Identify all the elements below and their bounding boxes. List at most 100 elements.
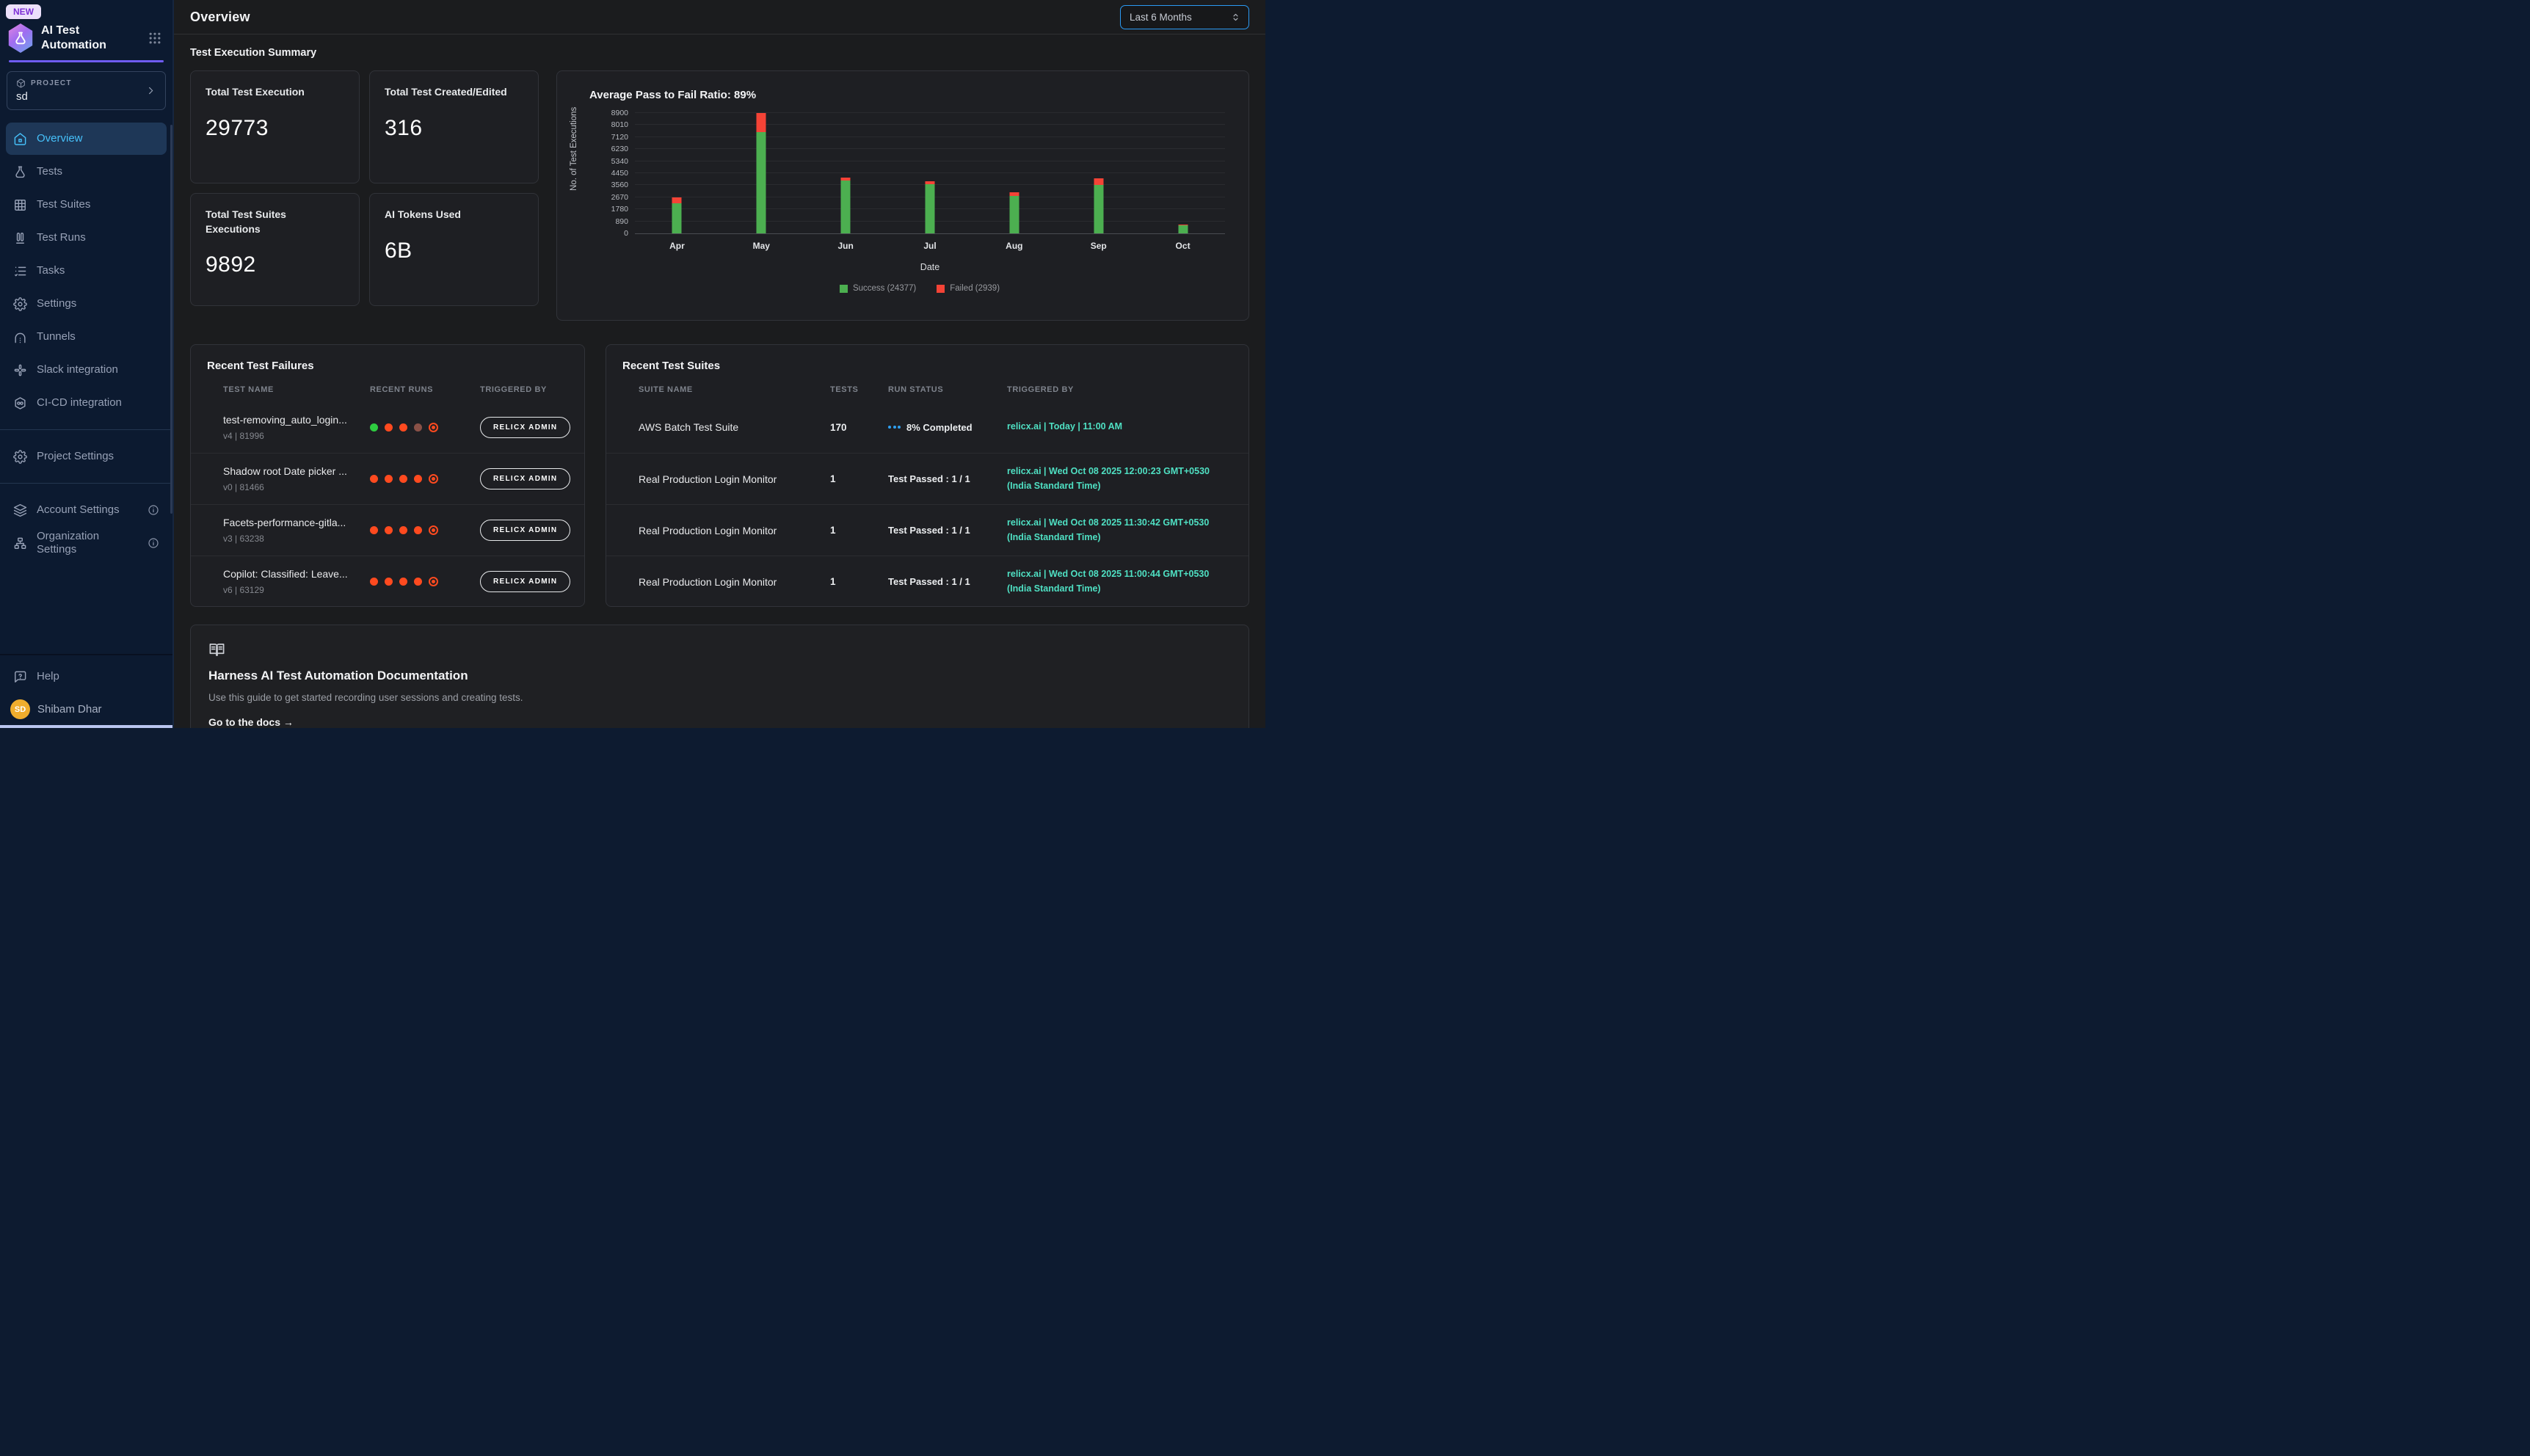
user-menu[interactable]: SD Shibam Dhar (0, 694, 172, 719)
page-title: Overview (190, 10, 250, 25)
y-tick-label: 8010 (611, 120, 628, 129)
info-icon[interactable] (148, 537, 159, 549)
failure-row: test-removing_auto_login... v4 | 81996 R… (191, 401, 584, 453)
suite-triggered-by[interactable]: relicx.ai | Today | 11:00 AM (1007, 420, 1227, 434)
stat-value: 316 (385, 116, 523, 141)
suite-row: Real Production Login Monitor 1 Test Pas… (606, 504, 1248, 556)
x-tick-label: Jul (923, 241, 936, 251)
run-status-ring-icon (429, 525, 438, 535)
project-name: sd (16, 90, 72, 103)
gear-icon (13, 450, 27, 464)
triggered-by-button[interactable]: RELICX ADMIN (480, 417, 570, 438)
bar-aug (1009, 113, 1019, 233)
sidebar-item-project-settings[interactable]: Project Settings (6, 440, 167, 473)
suite-run-status: Test Passed : 1 / 1 (888, 576, 1007, 587)
bar-success-segment (672, 203, 682, 233)
suites-title: Recent Test Suites (606, 345, 1248, 375)
flask-icon (13, 165, 27, 179)
go-to-docs-link[interactable]: Go to the docs → (208, 716, 294, 728)
stat-card-total-test-suites-executions: Total Test Suites Executions 9892 (190, 193, 360, 306)
triggered-by-button[interactable]: RELICX ADMIN (480, 520, 570, 541)
suite-name[interactable]: AWS Batch Test Suite (639, 421, 830, 433)
sidebar-item-label: Project Settings (37, 450, 114, 463)
new-badge: NEW (6, 4, 41, 19)
column-header: TEST NAME (223, 385, 370, 394)
bar-success-segment (841, 181, 851, 233)
sidebar-nav-tertiary: Account Settings Organization Settings (0, 493, 172, 560)
legend-swatch (840, 285, 848, 293)
sidebar-item-ci-cd-integration[interactable]: CI-CD integration (6, 387, 167, 419)
info-icon[interactable] (148, 504, 159, 516)
suite-name[interactable]: Real Production Login Monitor (639, 525, 830, 536)
sidebar-item-label: Tunnels (37, 330, 76, 343)
sidebar-header: NEW AI Test Automation (0, 0, 172, 62)
sidebar-item-slack-integration[interactable]: Slack integration (6, 354, 167, 386)
triggered-by-button[interactable]: RELICX ADMIN (480, 571, 570, 592)
chart-title: Average Pass to Fail Ratio: 89% (589, 89, 1235, 101)
book-open-icon (208, 641, 225, 658)
section-title: Test Execution Summary (190, 47, 1249, 59)
flask-icon (16, 33, 24, 44)
test-name[interactable]: Shadow root Date picker ... (223, 465, 370, 477)
test-name[interactable]: Copilot: Classified: Leave... (223, 568, 370, 580)
bar-apr (672, 113, 682, 233)
page-header: Overview Last 6 Months (174, 0, 1265, 34)
suite-name[interactable]: Real Production Login Monitor (639, 473, 830, 485)
bar-success-segment (1094, 185, 1103, 233)
suite-run-status: Test Passed : 1 / 1 (888, 525, 1007, 536)
sidebar-item-test-runs[interactable]: Test Runs (6, 222, 167, 254)
test-version-id: v3 | 63238 (223, 534, 370, 544)
help-icon (13, 670, 27, 684)
sidebar-footer: Help SD Shibam Dhar (0, 654, 172, 728)
failure-row: Shadow root Date picker ... v0 | 81466 R… (191, 453, 584, 504)
bar-failed-segment (672, 197, 682, 203)
app-switcher-grid-icon[interactable] (148, 31, 162, 46)
bar-success-segment (1178, 225, 1188, 233)
stat-value: 29773 (206, 116, 344, 141)
sidebar-item-label: Overview (37, 132, 83, 145)
avatar: SD (10, 699, 30, 719)
project-selector[interactable]: PROJECT sd (7, 71, 166, 110)
test-name[interactable]: Facets-performance-gitla... (223, 517, 370, 528)
suites-table-body: AWS Batch Test Suite 170 8% Completed re… (606, 401, 1248, 607)
suite-triggered-by[interactable]: relicx.ai | Wed Oct 08 2025 12:00:23 GMT… (1007, 465, 1227, 493)
failure-row: Copilot: Classified: Leave... v6 | 63129… (191, 556, 584, 607)
sidebar-item-label: Test Suites (37, 198, 90, 211)
suite-triggered-by[interactable]: relicx.ai | Wed Oct 08 2025 11:00:44 GMT… (1007, 567, 1227, 596)
sidebar-item-overview[interactable]: Overview (6, 123, 167, 155)
sidebar-item-label: Organization Settings (37, 530, 138, 556)
y-tick-label: 4450 (611, 169, 628, 178)
sidebar-item-organization-settings[interactable]: Organization Settings (6, 527, 167, 559)
sidebar-item-test-suites[interactable]: Test Suites (6, 189, 167, 221)
recent-runs (370, 525, 480, 535)
run-status-dot-orange (385, 475, 393, 483)
sidebar-item-tasks[interactable]: Tasks (6, 255, 167, 287)
suite-name[interactable]: Real Production Login Monitor (639, 576, 830, 588)
slack-icon (13, 363, 27, 377)
date-range-select[interactable]: Last 6 Months (1120, 5, 1249, 29)
documentation-panel: Harness AI Test Automation Documentation… (190, 625, 1249, 728)
run-status-dot-orange (385, 423, 393, 432)
sidebar-item-help[interactable]: Help (6, 660, 167, 693)
project-label: PROJECT (31, 79, 72, 87)
sidebar-item-tests[interactable]: Tests (6, 156, 167, 188)
legend-item-failed: Failed (2939) (937, 284, 1000, 293)
bar-sep (1094, 113, 1103, 233)
failures-table-body: test-removing_auto_login... v4 | 81996 R… (191, 401, 584, 607)
failure-row: Facets-performance-gitla... v3 | 63238 R… (191, 504, 584, 556)
sidebar-scrollbar[interactable] (170, 125, 172, 514)
sidebar-item-account-settings[interactable]: Account Settings (6, 494, 167, 526)
sidebar: NEW AI Test Automation PROJECT sd Overv (0, 0, 174, 728)
chart-plot: 0890178026703560445053406230712080108900… (635, 113, 1225, 234)
suite-tests-count: 1 (830, 473, 888, 484)
bar-success-segment (1009, 196, 1019, 233)
y-tick-label: 5340 (611, 157, 628, 166)
sidebar-item-settings[interactable]: Settings (6, 288, 167, 320)
triggered-by-button[interactable]: RELICX ADMIN (480, 468, 570, 489)
suite-row: AWS Batch Test Suite 170 8% Completed re… (606, 401, 1248, 453)
suite-triggered-by[interactable]: relicx.ai | Wed Oct 08 2025 11:30:42 GMT… (1007, 516, 1227, 545)
chart-legend: Success (24377)Failed (2939) (614, 284, 1225, 293)
test-name[interactable]: test-removing_auto_login... (223, 414, 370, 426)
sidebar-item-tunnels[interactable]: Tunnels (6, 321, 167, 353)
bar-success-segment (926, 184, 935, 233)
